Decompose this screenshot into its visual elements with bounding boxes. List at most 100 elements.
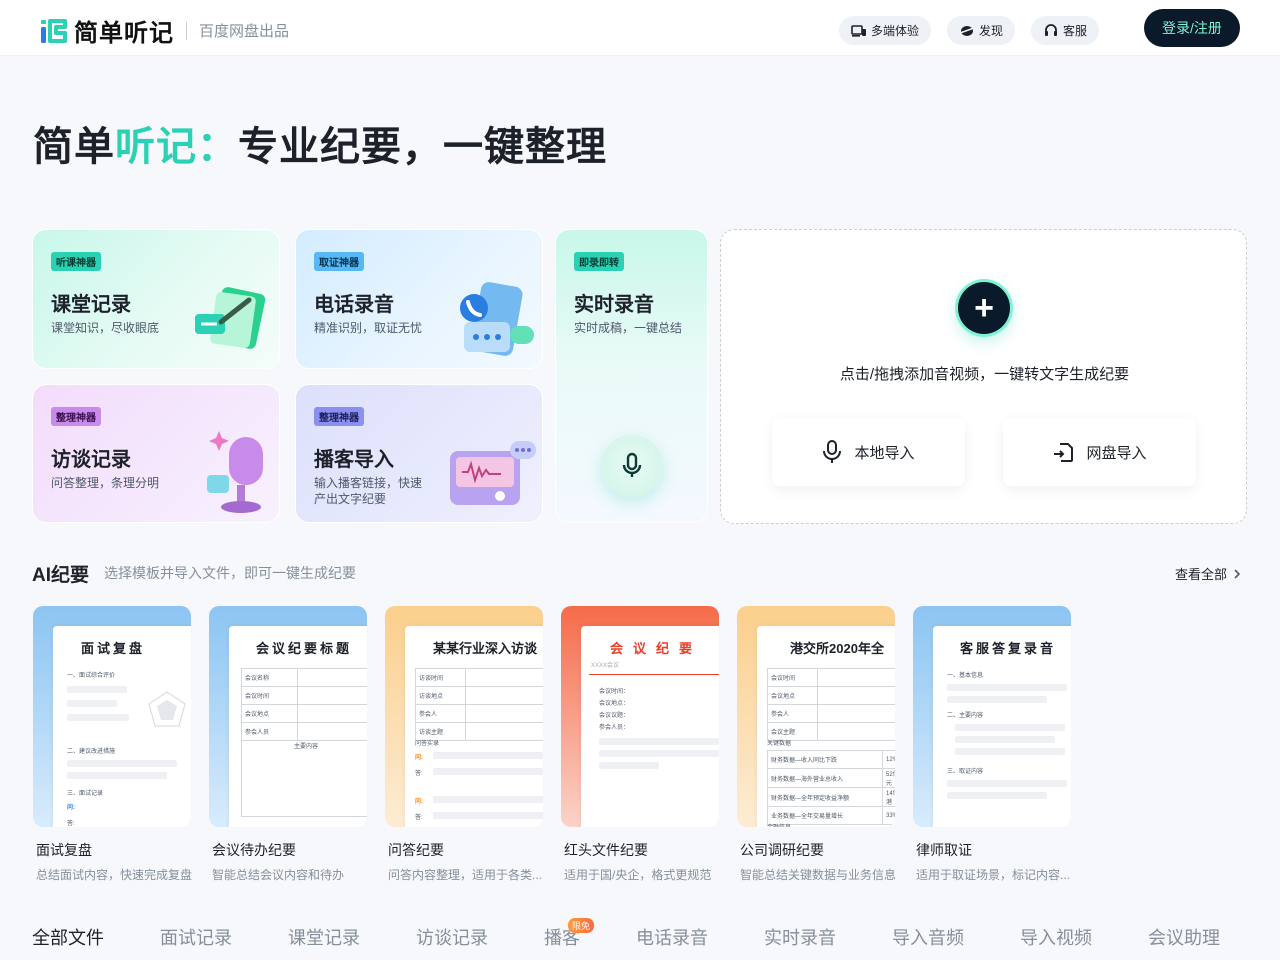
- doc-line: 三、取证内容: [947, 769, 984, 775]
- radar-chart-icon: [148, 691, 186, 727]
- template-card[interactable]: 港交所2020年全 会议时间 会议地点 参会人 会议主题 关键数据 财务数据—收…: [737, 606, 897, 883]
- card-title: 访谈记录: [51, 449, 131, 471]
- tab-podcast[interactable]: 播客 限免: [544, 918, 595, 950]
- red-divider: [589, 674, 719, 675]
- doc-bar: [947, 684, 1067, 691]
- template-name: 面试复盘: [36, 842, 92, 858]
- doc-line: 问:: [415, 799, 423, 805]
- see-all-label: 查看全部: [1175, 567, 1228, 582]
- doc-bar: [433, 796, 543, 803]
- doc-line: 会议时间：: [599, 689, 630, 695]
- card-classroom[interactable]: 听课神器 课堂记录 课堂知识，尽收眼底: [32, 229, 280, 369]
- phone-call-icon: [460, 282, 534, 356]
- doc-bar: [67, 700, 117, 707]
- template-paper: 会议纪要标题 会议名称 会议时间 会议地点 参会人员 主要内容: [229, 626, 367, 827]
- template-doc-title: 面试复盘: [80, 641, 145, 656]
- template-doc-title: 某某行业深入访谈: [432, 641, 537, 656]
- tab-classroom[interactable]: 课堂记录: [288, 924, 360, 950]
- template-card[interactable]: 面试复盘 一、面试综合评价 二、建议改进措施 三、面试记录 问: 答: 面试复盘…: [33, 606, 192, 883]
- nav-label: 多端体验: [871, 24, 920, 38]
- card-interview[interactable]: 整理神器 访谈记录 问答整理，条理分明: [32, 384, 280, 523]
- chevron-right-icon: [1234, 568, 1241, 579]
- template-card[interactable]: 某某行业深入访谈 访谈时间 访谈地点 参会人 访谈主题 问答实录 问: 答: 问…: [385, 606, 543, 883]
- doc-bar: [955, 748, 1065, 755]
- tab-realtime[interactable]: 实时录音: [764, 924, 836, 950]
- template-desc: 问答内容整理，适用于各类...: [388, 868, 543, 882]
- template-thumbnail: 客服答复录音 一、基本信息 二、主要内容 三、取证内容: [913, 606, 1071, 827]
- template-paper: 客服答复录音 一、基本信息 二、主要内容 三、取证内容: [933, 626, 1071, 827]
- local-import-button[interactable]: 本地导入: [772, 418, 965, 486]
- nav-multi-device[interactable]: 多端体验: [839, 16, 932, 45]
- logo-divider: [186, 21, 187, 40]
- logo[interactable]: 简单听记 百度网盘出品: [40, 13, 289, 48]
- logo-subtitle: 百度网盘出品: [199, 23, 290, 40]
- card-realtime[interactable]: 即录即转 实时录音 实时成稿，一键总结: [555, 229, 708, 523]
- hero-title: 简单听记：专业纪要，一键整理: [33, 114, 607, 172]
- doc-line: XXXX会议: [591, 663, 620, 669]
- free-badge: 限免: [568, 918, 595, 933]
- doc-line: 问:: [67, 805, 75, 811]
- doc-line: 问:: [415, 755, 423, 761]
- template-card[interactable]: 会议纪要 XXXX会议 会议时间： 会议地点： 会议议题： 参会人员： 红头文件…: [561, 606, 719, 883]
- doc-bar: [599, 738, 719, 745]
- import-icon: [1054, 443, 1074, 462]
- card-tag: 即录即转: [574, 252, 624, 271]
- card-phone[interactable]: 取证神器 电话录音 精准识别，取证无忧: [295, 229, 543, 369]
- template-name: 红头文件纪要: [564, 842, 648, 858]
- microphone-icon: [823, 440, 842, 463]
- hero-slogan: 专业纪要，一键整理: [238, 125, 607, 169]
- doc-line: 会议地点：: [599, 701, 630, 707]
- doc-bar: [955, 724, 1065, 731]
- template-card[interactable]: 客服答复录音 一、基本信息 二、主要内容 三、取证内容 律师取证 适用于取证场景…: [913, 606, 1071, 883]
- record-button[interactable]: [601, 435, 663, 497]
- tab-import-audio[interactable]: 导入音频: [892, 924, 964, 950]
- upload-hint: 点击/拖拽添加音视频，一键转文字生成纪要: [839, 366, 1130, 383]
- doc-line: 一、面试综合评价: [67, 673, 116, 679]
- card-podcast[interactable]: 整理神器 播客导入 输入播客链接，快速产出文字纪要: [295, 384, 543, 523]
- template-name: 公司调研纪要: [740, 842, 824, 858]
- template-paper: 某某行业深入访谈 访谈时间 访谈地点 参会人 访谈主题 问答实录 问: 答: 问…: [405, 626, 543, 827]
- discover-icon: [959, 25, 975, 36]
- card-tag: 听课神器: [51, 252, 101, 271]
- login-button[interactable]: 登录/注册: [1144, 9, 1240, 47]
- upload-dropzone[interactable]: + 点击/拖拽添加音视频，一键转文字生成纪要 本地导入 网盘导入: [720, 229, 1247, 524]
- template-name: 问答纪要: [388, 842, 444, 858]
- template-doc-title: 客服答复录音: [959, 641, 1056, 656]
- doc-table: 访谈时间 访谈地点 参会人 访谈主题: [415, 668, 543, 741]
- tab-interview[interactable]: 面试记录: [160, 924, 232, 950]
- template-card[interactable]: 会议纪要标题 会议名称 会议时间 会议地点 参会人员 主要内容 会议待办纪要 智…: [209, 606, 367, 883]
- headset-icon: [1045, 23, 1057, 36]
- tab-meeting-assistant[interactable]: 会议助理: [1148, 924, 1220, 950]
- card-title: 实时录音: [574, 294, 654, 316]
- nav-service[interactable]: 客服: [1031, 16, 1100, 45]
- tab-all-files[interactable]: 全部文件: [32, 924, 104, 950]
- microphone-icon: [622, 452, 642, 477]
- card-title: 播客导入: [314, 449, 394, 471]
- doc-bar: [947, 780, 1067, 787]
- card-desc: 问答整理，条理分明: [51, 476, 160, 490]
- nav-discover[interactable]: 发现: [947, 16, 1016, 45]
- plus-icon: +: [974, 289, 994, 327]
- doc-bar: [433, 768, 543, 775]
- doc-bar: [67, 772, 167, 779]
- cloud-import-button[interactable]: 网盘导入: [1003, 418, 1196, 486]
- tab-phone[interactable]: 电话录音: [636, 924, 708, 950]
- doc-bar: [955, 736, 1055, 743]
- add-file-button[interactable]: +: [958, 282, 1010, 334]
- doc-line: 金融信息: [767, 822, 791, 827]
- template-name: 律师取证: [916, 842, 972, 858]
- tab-import-video[interactable]: 导入视频: [1020, 924, 1092, 950]
- doc-table: 会议时间 会议地点 参会人 会议主题: [767, 668, 895, 741]
- card-desc: 实时成稿，一键总结: [574, 321, 683, 335]
- nav-label: 客服: [1063, 24, 1088, 38]
- see-all-link[interactable]: 查看全部: [1175, 564, 1244, 583]
- card-desc: 课堂知识，尽收眼底: [51, 321, 160, 335]
- template-thumbnail: 港交所2020年全 会议时间 会议地点 参会人 会议主题 关键数据 财务数据—收…: [737, 606, 895, 827]
- tab-interviews[interactable]: 访谈记录: [416, 924, 488, 950]
- doc-line: 一、基本信息: [947, 673, 984, 679]
- template-desc: 智能总结关键数据与业务信息: [740, 868, 897, 882]
- doc-bar: [599, 750, 719, 757]
- local-import-label: 本地导入: [854, 444, 915, 462]
- doc-line: 关键数据: [767, 741, 792, 747]
- logo-text: 简单听记: [74, 20, 174, 47]
